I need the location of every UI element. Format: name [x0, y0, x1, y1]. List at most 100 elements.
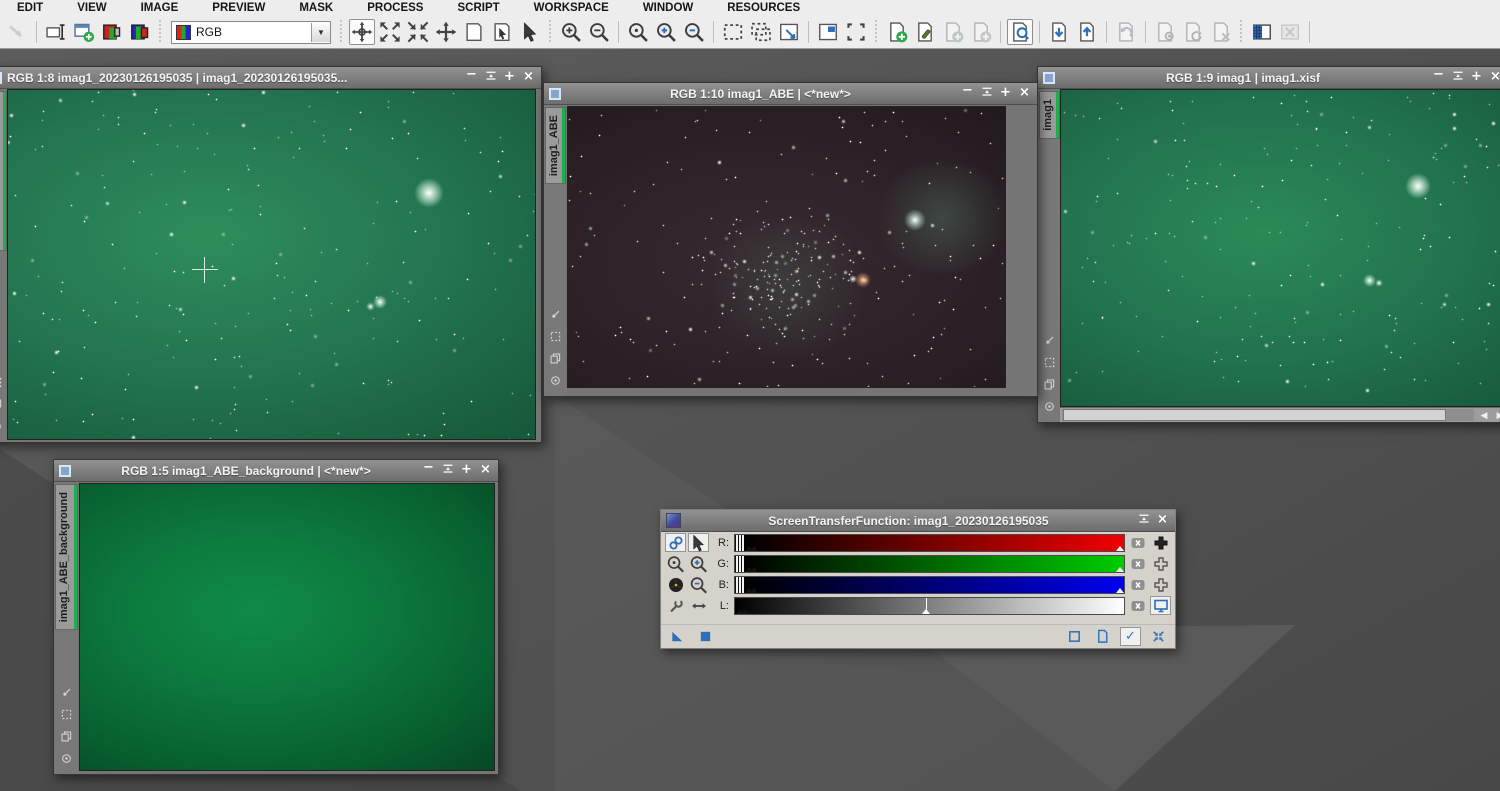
view-tab[interactable]: imag1_ABE_background: [55, 484, 78, 630]
duplicate-mini-icon[interactable]: [550, 351, 561, 369]
menu-view[interactable]: VIEW: [60, 1, 123, 16]
dropdown-arrow-icon[interactable]: ▼: [311, 23, 330, 42]
stf-track-view-icon[interactable]: [667, 627, 688, 646]
stf-paddark-button[interactable]: [1150, 533, 1171, 552]
menu-window[interactable]: WINDOW: [626, 1, 710, 16]
target-mini-icon[interactable]: [1044, 399, 1055, 417]
resize-window-icon[interactable]: [776, 19, 802, 45]
zoom-in-icon[interactable]: [558, 19, 584, 45]
minimize-button[interactable]: −: [960, 86, 975, 101]
pointer-mini-icon[interactable]: [1044, 333, 1055, 351]
show-mask-icon[interactable]: [1249, 19, 1275, 45]
view-tab[interactable]: imag1_ABE: [545, 107, 566, 184]
load-process-icon[interactable]: [1046, 19, 1072, 45]
maximize-button[interactable]: +: [502, 70, 517, 85]
stf-apply-button[interactable]: ✓: [1120, 627, 1141, 646]
image-canvas[interactable]: [79, 483, 495, 771]
channel-selector[interactable]: RGB ▼: [171, 21, 331, 44]
color-display-icon[interactable]: [99, 19, 125, 45]
highlights-handle[interactable]: [1116, 567, 1124, 572]
dialog-titlebar[interactable]: ScreenTransferFunction: imag1_2023012619…: [661, 510, 1175, 532]
view-tab[interactable]: [0, 91, 7, 251]
fit-view-icon[interactable]: [843, 19, 869, 45]
shade-button[interactable]: [440, 463, 455, 478]
zoom-1-1-icon[interactable]: [625, 19, 651, 45]
scroll-thumb[interactable]: [1063, 409, 1446, 421]
rename-view-icon[interactable]: [43, 19, 69, 45]
color-channels-icon[interactable]: [127, 19, 153, 45]
minimize-button[interactable]: −: [1431, 70, 1446, 85]
shade-button[interactable]: [979, 86, 994, 101]
menu-mask[interactable]: MASK: [282, 1, 350, 16]
new-preview-icon[interactable]: [720, 19, 746, 45]
image-window-imag1-20230126195035[interactable]: RGB 1:8 imag1_20230126195035 | imag1_202…: [0, 66, 542, 443]
image-canvas[interactable]: [7, 89, 536, 440]
stf-browse-documentation-button[interactable]: [1092, 627, 1113, 646]
center-image-icon[interactable]: [433, 19, 459, 45]
stf-magplusb-icon[interactable]: [688, 554, 709, 573]
pointer-mini-icon[interactable]: [0, 353, 2, 371]
stf-slider-l[interactable]: [734, 597, 1125, 615]
duplicate-mini-icon[interactable]: [0, 397, 2, 415]
stf-slider-b[interactable]: [734, 576, 1125, 594]
preview-mini-icon[interactable]: [0, 375, 2, 393]
preview-mini-icon[interactable]: [1044, 355, 1055, 373]
stf-harrow-icon[interactable]: [688, 596, 709, 615]
stf-slider-r[interactable]: [734, 534, 1125, 552]
target-mini-icon[interactable]: [550, 373, 561, 391]
stf-magdotb-icon[interactable]: [665, 554, 686, 573]
fit-window-icon[interactable]: [815, 19, 841, 45]
pointer-mini-icon[interactable]: [61, 685, 72, 703]
image-window-imag1-ABE[interactable]: RGB 1:10 imag1_ABE | <*new*> −+× imag1_A…: [543, 82, 1038, 397]
highlights-handle[interactable]: [1116, 588, 1124, 593]
titlebar[interactable]: RGB 1:9 imag1 | imag1.xisf −+×: [1038, 67, 1500, 89]
edit-instance-icon[interactable]: [912, 19, 938, 45]
titlebar[interactable]: RGB 1:10 imag1_ABE | <*new*> −+×: [544, 83, 1037, 105]
maximize-button[interactable]: +: [998, 86, 1013, 101]
menu-script[interactable]: SCRIPT: [440, 1, 516, 16]
pan-mode-icon[interactable]: [349, 19, 375, 45]
image-window-imag1-ABE-background[interactable]: RGB 1:5 imag1_ABE_background | <*new*> −…: [53, 459, 499, 775]
stf-reset-button[interactable]: [1127, 554, 1148, 573]
scroll-track[interactable]: [1062, 409, 1474, 421]
midtones-handle[interactable]: [750, 567, 758, 572]
menu-edit[interactable]: EDIT: [0, 1, 60, 16]
stf-new-instance-button[interactable]: [1064, 627, 1085, 646]
preview-mini-icon[interactable]: [550, 329, 561, 347]
new-window-icon[interactable]: [71, 19, 97, 45]
minimize-button[interactable]: −: [421, 463, 436, 478]
stf-cursorp-icon[interactable]: [688, 533, 709, 552]
menu-image[interactable]: IMAGE: [124, 1, 196, 16]
stf-wrench-icon[interactable]: [665, 596, 686, 615]
titlebar[interactable]: RGB 1:5 imag1_ABE_background | <*new*> −…: [54, 460, 498, 482]
midtones-handle[interactable]: [741, 609, 749, 614]
maximize-button[interactable]: +: [1469, 70, 1484, 85]
shade-button[interactable]: [1450, 70, 1465, 85]
close-button[interactable]: ×: [478, 463, 493, 478]
zoom-out-icon[interactable]: [586, 19, 612, 45]
stf-radiation-icon[interactable]: [665, 575, 686, 594]
minimize-button[interactable]: −: [464, 70, 479, 85]
process-explorer-icon[interactable]: [1007, 19, 1033, 45]
select-mode-icon[interactable]: [517, 19, 543, 45]
edit-preview-icon[interactable]: [748, 19, 774, 45]
stf-stop-icon[interactable]: [695, 627, 716, 646]
new-instance-icon[interactable]: [884, 19, 910, 45]
stf-link-icon[interactable]: [665, 533, 686, 552]
pointer-mini-icon[interactable]: [550, 307, 561, 325]
image-canvas[interactable]: [567, 106, 1006, 388]
stf-pad-button[interactable]: [1150, 575, 1171, 594]
shade-button[interactable]: [483, 70, 498, 85]
titlebar[interactable]: RGB 1:8 imag1_20230126195035 | imag1_202…: [0, 67, 541, 89]
target-mini-icon[interactable]: [0, 419, 2, 437]
close-button[interactable]: ×: [1017, 86, 1032, 101]
menu-workspace[interactable]: WORKSPACE: [517, 1, 626, 16]
image-canvas[interactable]: [1060, 89, 1500, 407]
stf-reset-button[interactable]: [1127, 575, 1148, 594]
stf-pad-button[interactable]: [1150, 554, 1171, 573]
midtone-marker-handle[interactable]: [922, 609, 930, 614]
stf-magminusb-icon[interactable]: [688, 575, 709, 594]
view-tab[interactable]: imag1: [1039, 91, 1060, 139]
workspace-select-icon[interactable]: [489, 19, 515, 45]
zoom-out-fit-icon[interactable]: [405, 19, 431, 45]
